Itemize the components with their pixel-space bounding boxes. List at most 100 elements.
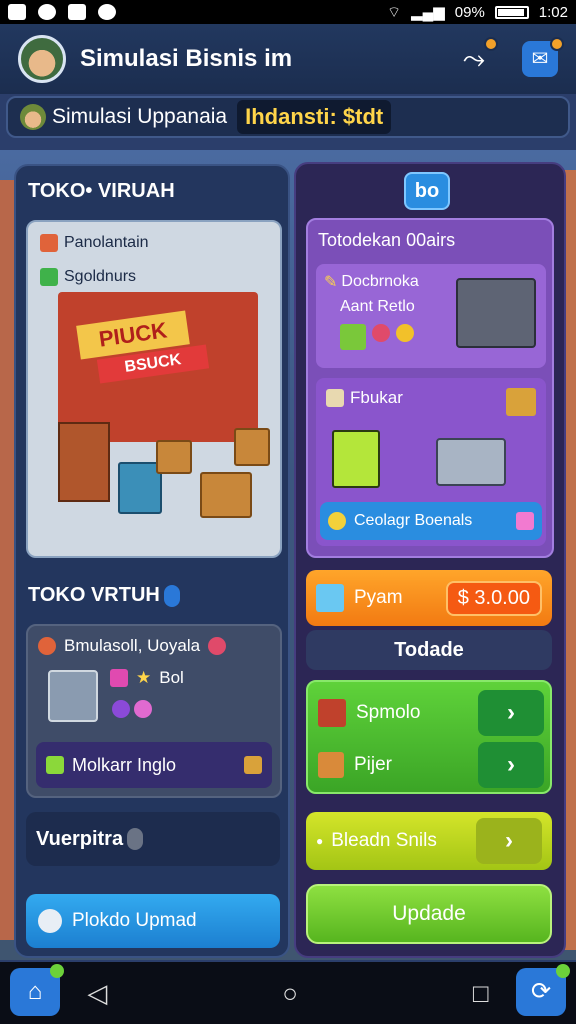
player-info-bar: Simulasi Uppanaia Ihdansti: $tdt (6, 96, 570, 138)
checkbox-icon (40, 234, 58, 252)
product-line-1: ✎ Docbrnoka (324, 273, 419, 291)
basket-icon (340, 324, 366, 350)
battery-percent: 09% (454, 3, 485, 21)
info-icon[interactable] (163, 584, 180, 607)
coin-icon (328, 512, 346, 530)
virtual-shop-panel: TOKO• VIRUAH Panolantain Sgoldnurs PIUCK… (14, 164, 290, 958)
crate (156, 440, 192, 474)
chevron-right-icon[interactable]: › (476, 818, 542, 864)
bullet-icon: ● (316, 834, 324, 848)
item-icon (134, 700, 152, 718)
refresh-badge (556, 964, 570, 978)
home-badge (50, 964, 64, 978)
refresh-button[interactable]: ⟳ (516, 964, 570, 1016)
stall-icon (318, 699, 346, 727)
message-notification-dot (550, 37, 564, 51)
gallery-icon (8, 4, 26, 20)
arcade-machine-icon (48, 670, 98, 722)
inventory-title: Totodekan 00airs (318, 230, 456, 250)
mini-avatar (20, 104, 46, 130)
signal-icon: ▂▄▆ (411, 4, 445, 21)
experience-bar[interactable]: Vuerpitra (26, 812, 280, 866)
recents-icon[interactable]: □ (473, 978, 489, 1009)
market-info-button[interactable]: Molkarr Inglo (36, 742, 272, 788)
share-notification-dot (484, 37, 498, 51)
price-tag: $ 3.0.00 (445, 580, 542, 616)
collect-button[interactable]: Ceolagr Boenals (320, 502, 542, 540)
share-icon: ⤳ (462, 43, 486, 74)
crate (200, 472, 252, 518)
chevron-right-icon[interactable]: › (478, 690, 544, 736)
supply-panel[interactable]: Fbukar Ceolagr Boenals (316, 378, 546, 546)
buy-bar[interactable]: Pyam $ 3.0.00 (306, 570, 552, 626)
money-display: Ihdansti: $tdt (237, 100, 392, 134)
stats-row-2: ★ Bol (110, 668, 184, 688)
today-label: Todade (306, 630, 552, 670)
settings-icon (98, 4, 116, 20)
wifi-icon: ⌔ (386, 3, 402, 21)
panel-badge[interactable]: bo (404, 172, 450, 210)
vending-machine-icon (332, 430, 380, 488)
item-icon (112, 700, 130, 718)
battery-icon (494, 5, 529, 19)
bread-icon (318, 752, 344, 778)
product-update-button[interactable]: Plokdo Upmad (26, 894, 280, 948)
simulation-title: Simulasi Uppanaia (52, 105, 228, 128)
fruit-icon (372, 324, 390, 342)
gift-icon (516, 512, 534, 530)
navigation-bar: ⌂ ◁ ○ □ ⟳ (0, 962, 576, 1024)
package-icon (244, 756, 262, 774)
inventory-card: Totodekan 00airs ✎ Docbrnoka Aant Retlo … (306, 218, 554, 558)
chevron-right-icon[interactable]: › (478, 742, 544, 788)
back-icon[interactable]: ◁ (87, 978, 107, 1009)
fruit-icons (340, 324, 414, 350)
coin-icon (38, 637, 56, 655)
star-icon: ★ (136, 668, 152, 687)
scene-tag-2: Sgoldnurs (40, 268, 136, 286)
shelf (58, 422, 110, 502)
checkmark-icon (40, 268, 58, 286)
crate (234, 428, 270, 466)
refresh-icon: ⟳ (530, 978, 552, 1005)
box-icon (326, 389, 344, 407)
clock: 1:02 (538, 3, 568, 21)
status-bar: ⌔ ▂▄▆ 09% 1:02 (0, 0, 576, 24)
share-button[interactable]: ⤳ (456, 37, 498, 77)
shop-section-heading: TOKO VRTUH (28, 584, 180, 607)
shop-heading: TOKO• VIRUAH (28, 180, 175, 202)
actions-card: Spmolo › Pijer › (306, 680, 552, 794)
shop-stats-card: Bmulasoll, Uoyala ★ Bol Molkarr Inglo (26, 624, 282, 798)
management-panel: bo Totodekan 00airs ✎ Docbrnoka Aant Ret… (294, 162, 566, 958)
gem-icon (208, 637, 227, 655)
register-icon (436, 438, 506, 486)
action-row-2[interactable]: Pijer › (318, 742, 544, 788)
product-line-2: Aant Retlo (340, 298, 415, 315)
app-title: Simulasi Bisnis im (80, 45, 293, 72)
item-icons (112, 700, 152, 718)
shelf-icon (456, 278, 536, 348)
scene-tag-1: Panolantain (40, 234, 149, 252)
message-button[interactable]: ✉ (522, 37, 564, 77)
bag-icon (110, 669, 128, 687)
shop-scene[interactable]: Panolantain Sgoldnurs PIUCK BSUCK (26, 220, 282, 558)
product-icon (38, 909, 62, 933)
avatar[interactable] (18, 35, 66, 83)
sales-bar[interactable]: ● Bleadn Snils › (306, 812, 552, 870)
update-button[interactable]: Updade (306, 884, 552, 944)
info-icon (127, 828, 144, 850)
action-row-1[interactable]: Spmolo › (318, 690, 544, 736)
fruit-icon (396, 324, 414, 342)
app-header: Simulasi Bisnis im ⤳ ✉ (0, 24, 576, 94)
stats-row-1: Bmulasoll, Uoyala (38, 636, 227, 656)
notification-icon (38, 4, 56, 20)
app-icon (68, 4, 86, 20)
supply-label: Fbukar (326, 388, 403, 408)
circle-home-icon[interactable]: ○ (282, 978, 298, 1009)
package-icon (506, 388, 536, 416)
home-button[interactable]: ⌂ (10, 964, 64, 1016)
product-list[interactable]: ✎ Docbrnoka Aant Retlo (316, 264, 546, 368)
home-icon: ⌂ (27, 978, 43, 1005)
message-icon: ✉ (531, 48, 549, 70)
box-icon (46, 756, 64, 774)
cube-icon (316, 584, 344, 612)
